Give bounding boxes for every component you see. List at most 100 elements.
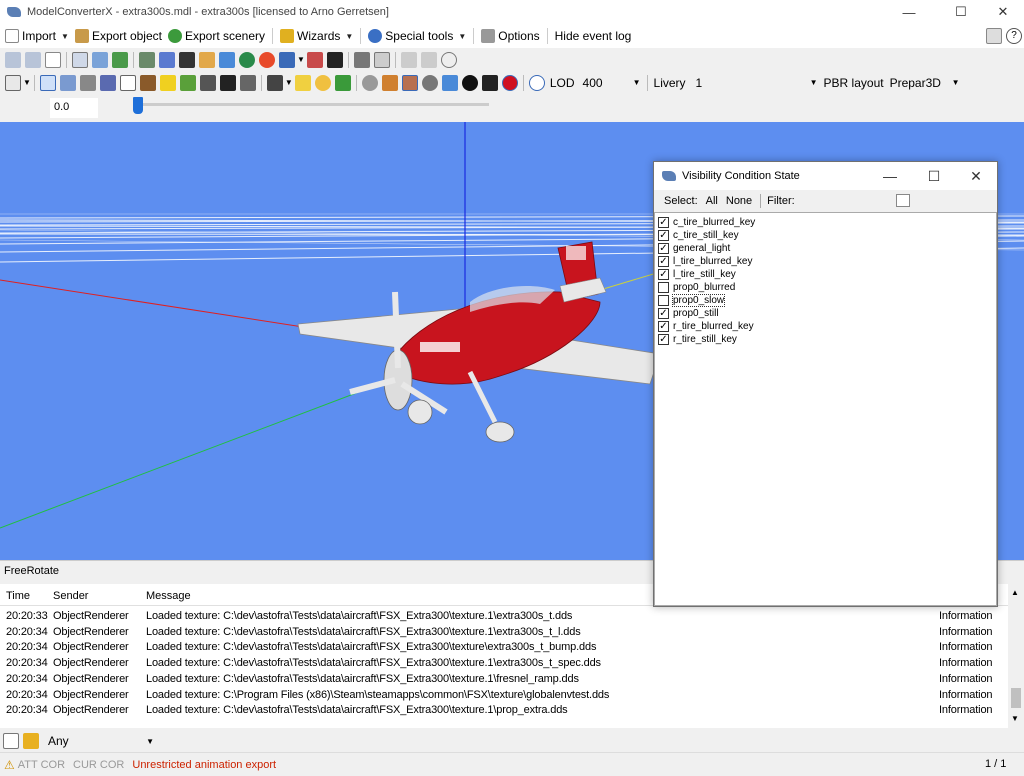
special-tools-menu[interactable]: Special tools ▼	[365, 25, 469, 47]
maximize-button[interactable]: ☐	[938, 0, 984, 24]
chevron-down-icon[interactable]: ▼	[23, 78, 31, 87]
render-icon[interactable]	[266, 74, 283, 91]
help-icon[interactable]: ?	[1006, 28, 1022, 44]
edit-icon[interactable]	[3, 733, 19, 749]
visibility-item[interactable]: ✓ l_tire_blurred_key	[658, 255, 753, 268]
log-row[interactable]: 20:20:33 ObjectRenderer Loaded texture: C:…	[0, 608, 1008, 624]
log-scrollbar[interactable]: ▲ ▼	[1008, 584, 1024, 728]
clear-filter-icon[interactable]	[896, 194, 910, 207]
log-row[interactable]: 20:20:34 ObjectRenderer Loaded texture: C:…	[0, 655, 1008, 671]
visibility-item[interactable]: ✓ r_tire_still_key	[658, 333, 737, 346]
visibility-checkbox[interactable]: ✓	[658, 243, 669, 254]
world-icon[interactable]	[239, 51, 255, 68]
shape-icon[interactable]	[481, 74, 498, 91]
gear-down-icon[interactable]	[239, 74, 256, 91]
chevron-down-icon[interactable]: ▼	[297, 55, 305, 64]
animation-time-input[interactable]: 0.0	[50, 98, 98, 118]
normal-icon[interactable]	[441, 74, 458, 91]
document-icon[interactable]	[45, 51, 61, 68]
log-row[interactable]: 20:20:34 ObjectRenderer Loaded texture: C:…	[0, 687, 1008, 703]
forward-arrow-icon[interactable]	[25, 51, 41, 68]
export-scenery-menu[interactable]: Export scenery	[165, 25, 268, 47]
lod-select[interactable]: 400 ▼	[580, 74, 644, 92]
attach-icon[interactable]	[139, 74, 156, 91]
grid-icon[interactable]	[39, 74, 56, 91]
film-icon[interactable]	[179, 51, 195, 68]
camera-icon[interactable]	[279, 51, 295, 68]
clock-icon[interactable]	[440, 51, 457, 68]
log-header-time[interactable]: Time	[6, 590, 30, 602]
link-icon[interactable]	[79, 74, 96, 91]
visibility-checkbox[interactable]	[658, 295, 669, 306]
visibility-item[interactable]: ✓ prop0_still	[658, 307, 719, 320]
minimize-button[interactable]: —	[886, 0, 932, 24]
texture-icon[interactable]	[139, 51, 155, 68]
plane-icon[interactable]	[199, 74, 216, 91]
inspect-icon[interactable]	[72, 51, 88, 68]
close-button[interactable]: ✕	[980, 0, 1024, 24]
visibility-item[interactable]: ✓ r_tire_blurred_key	[658, 320, 754, 333]
checker-icon[interactable]	[461, 74, 478, 91]
log-level-filter-select[interactable]: Any ▼	[45, 732, 157, 750]
visibility-checkbox[interactable]: ✓	[658, 334, 669, 345]
export-object-menu[interactable]: Export object	[72, 25, 165, 47]
bones-icon[interactable]	[99, 74, 116, 91]
visibility-item[interactable]: prop0_blurred	[658, 281, 735, 294]
display-icon[interactable]	[353, 51, 370, 68]
filter-icon[interactable]	[23, 733, 39, 749]
log-header-sender[interactable]: Sender	[53, 590, 88, 602]
aircraft-icon[interactable]	[219, 74, 236, 91]
visibility-checkbox[interactable]: ✓	[658, 230, 669, 241]
visibility-item[interactable]: ✓ l_tire_still_key	[658, 268, 736, 281]
list-icon[interactable]	[373, 51, 390, 68]
livery-select[interactable]: 1 ▼	[693, 74, 821, 92]
apple-icon[interactable]	[501, 74, 518, 91]
image-icon[interactable]	[159, 51, 175, 68]
visibility-item[interactable]: ✓ c_tire_blurred_key	[658, 216, 755, 229]
tools-icon[interactable]	[306, 51, 323, 68]
material-sphere-icon[interactable]	[401, 74, 418, 91]
back-arrow-icon[interactable]	[5, 51, 21, 68]
select-all-button[interactable]: All	[706, 195, 718, 207]
refresh-icon[interactable]	[334, 74, 351, 91]
dialog-maximize-button[interactable]: ☐	[912, 162, 956, 190]
hide-event-log-button[interactable]: Hide event log	[552, 25, 635, 47]
pie-chart-icon[interactable]	[259, 51, 275, 68]
folder-icon[interactable]	[159, 74, 176, 91]
log-header-message[interactable]: Message	[146, 590, 191, 602]
animation-warning-status[interactable]: Unrestricted animation export	[132, 759, 276, 771]
log-row[interactable]: 20:20:34 ObjectRenderer Loaded texture: C:…	[0, 702, 1008, 718]
settings-icon[interactable]	[361, 74, 378, 91]
person-icon[interactable]	[326, 51, 343, 68]
scroll-down-icon[interactable]: ▼	[1011, 714, 1019, 723]
cube-icon[interactable]	[381, 74, 398, 91]
pbr-layout-select[interactable]: Prepar3D ▼	[887, 74, 963, 92]
visibility-checkbox[interactable]: ✓	[658, 217, 669, 228]
options-menu[interactable]: Options	[478, 25, 542, 47]
visibility-checkbox[interactable]	[658, 282, 669, 293]
pin-icon[interactable]	[92, 51, 108, 68]
notes-icon[interactable]	[986, 28, 1002, 44]
select-none-button[interactable]: None	[726, 195, 752, 207]
visibility-checkbox[interactable]: ✓	[658, 269, 669, 280]
animation-slider-track[interactable]	[137, 103, 489, 106]
scenery-icon[interactable]	[219, 51, 235, 68]
eye-icon[interactable]	[528, 74, 545, 91]
hierarchy-icon[interactable]	[112, 51, 128, 68]
dialog-minimize-button[interactable]: —	[868, 162, 912, 190]
sphere-icon[interactable]	[421, 74, 438, 91]
dialog-close-button[interactable]: ✕	[954, 162, 998, 190]
log-row[interactable]: 20:20:34 ObjectRenderer Loaded texture: C:…	[0, 639, 1008, 655]
animation-slider-thumb[interactable]	[133, 97, 143, 114]
scroll-up-icon[interactable]: ▲	[1011, 588, 1019, 597]
sun-icon[interactable]	[294, 74, 311, 91]
scroll-thumb[interactable]	[1011, 688, 1021, 708]
visibility-checkbox[interactable]: ✓	[658, 256, 669, 267]
fit-view-icon[interactable]	[5, 74, 21, 91]
visibility-item[interactable]: prop0_slow	[658, 294, 726, 307]
material-icon[interactable]	[199, 51, 215, 68]
wizards-menu[interactable]: Wizards ▼	[277, 25, 356, 47]
lightbulb-icon[interactable]	[314, 74, 331, 91]
visibility-item[interactable]: ✓ general_light	[658, 242, 730, 255]
log-row[interactable]: 20:20:34 ObjectRenderer Loaded texture: C:…	[0, 671, 1008, 687]
